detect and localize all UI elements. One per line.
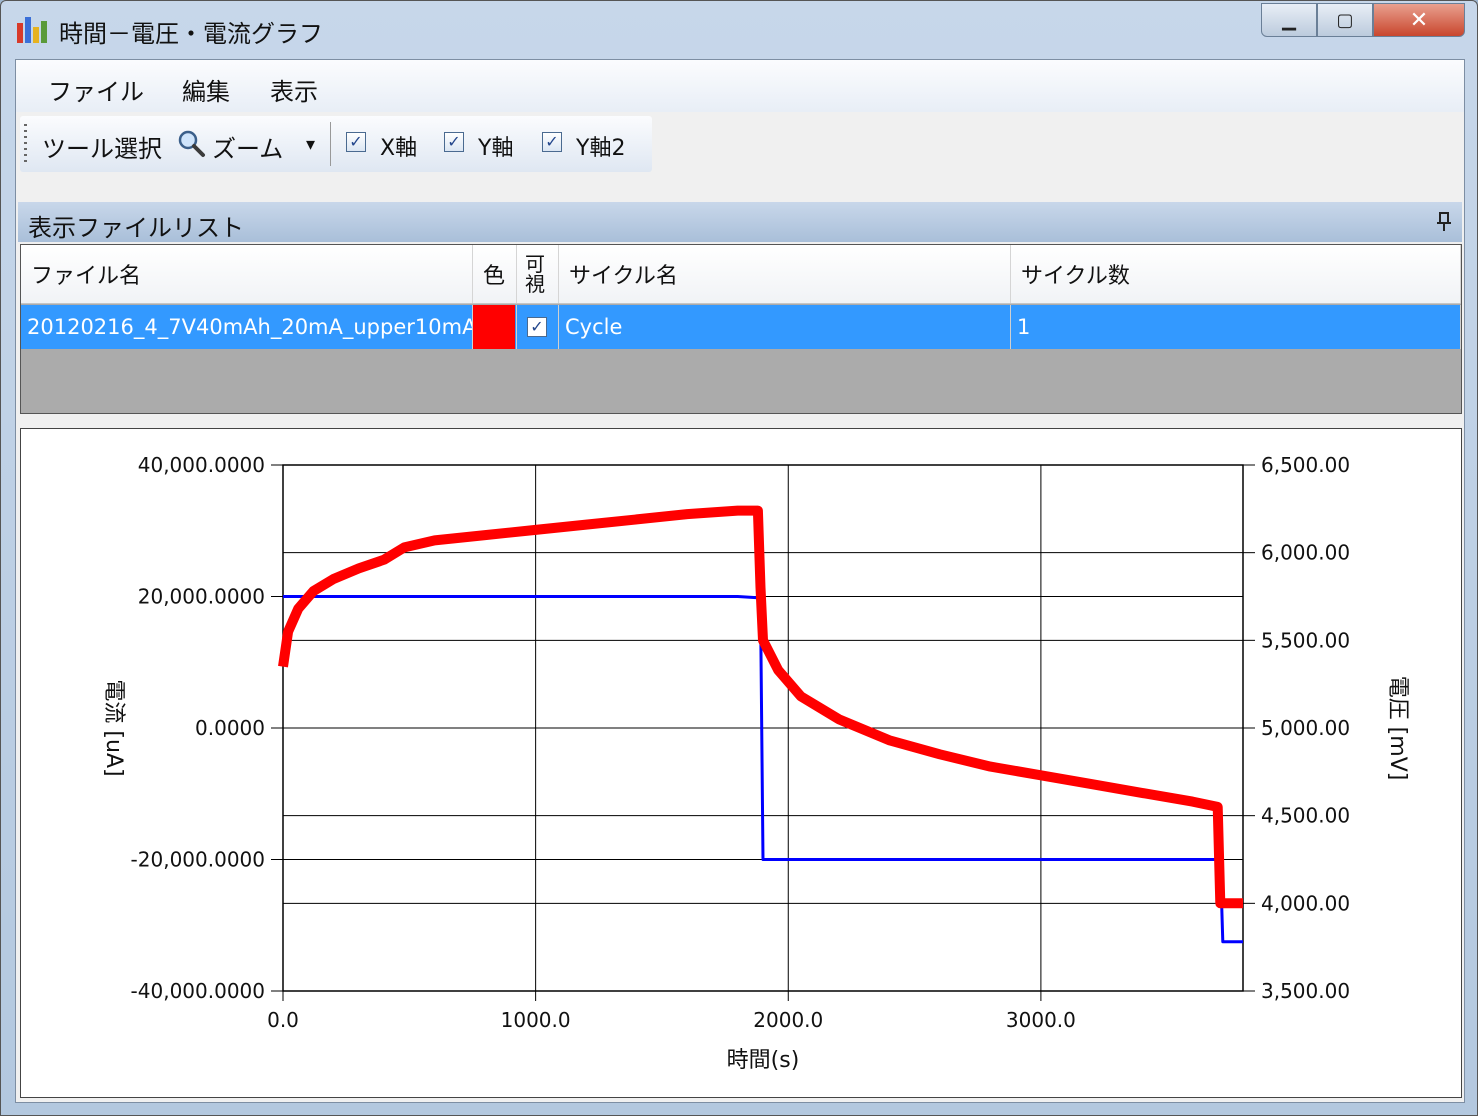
col-header-color[interactable]: 色 bbox=[473, 245, 517, 303]
y2-tick-label: 3,500.00 bbox=[1261, 979, 1350, 1003]
file-list-panel-header: 表示ファイルリスト bbox=[18, 202, 1462, 242]
panel-title: 表示ファイルリスト bbox=[28, 214, 244, 242]
menu-file[interactable]: ファイル bbox=[48, 72, 144, 107]
y-tick-label: 0.0000 bbox=[195, 716, 265, 740]
title-bar[interactable]: 時間－電圧・電流グラフ ▁ ▢ ✕ bbox=[1, 1, 1477, 57]
window-title: 時間－電圧・電流グラフ bbox=[59, 20, 323, 48]
cell-cycle-count: 1 bbox=[1011, 305, 1461, 349]
y2-tick-label: 5,500.00 bbox=[1261, 628, 1350, 652]
menu-edit[interactable]: 編集 bbox=[182, 72, 230, 107]
app-window: 時間－電圧・電流グラフ ▁ ▢ ✕ ファイル 編集 表示 ツール選択 ズーム ▾… bbox=[0, 0, 1478, 1116]
cell-cycle-name: Cycle bbox=[559, 305, 1011, 349]
client-area: ファイル 編集 表示 ツール選択 ズーム ▾ ✓ X軸 ✓ Y軸 ✓ Y軸2 表… bbox=[15, 59, 1465, 1103]
x-axis-label: X軸 bbox=[380, 136, 418, 161]
x-tick-label: 2000.0 bbox=[753, 1008, 823, 1032]
x-tick-label: 1000.0 bbox=[501, 1008, 571, 1032]
menu-bar: ファイル 編集 表示 bbox=[16, 60, 1464, 112]
toolbar-separator bbox=[330, 122, 331, 166]
magnifier-icon[interactable] bbox=[176, 128, 206, 158]
y2-tick-label: 6,000.00 bbox=[1261, 541, 1350, 565]
minimize-button[interactable]: ▁ bbox=[1261, 3, 1317, 37]
chart-area[interactable]: 40,000.0000 20,000.0000 0.0000 -20,000.0000… bbox=[20, 428, 1462, 1098]
toolbar-grip[interactable] bbox=[24, 124, 27, 164]
y-axis-checkbox[interactable]: ✓ bbox=[444, 132, 464, 152]
y2-tick-label: 6,500.00 bbox=[1261, 453, 1350, 477]
x-tick-label: 0.0 bbox=[267, 1008, 299, 1032]
x-axis-checkbox[interactable]: ✓ bbox=[346, 132, 366, 152]
maximize-button[interactable]: ▢ bbox=[1317, 3, 1373, 37]
y2-axis-label: Y軸2 bbox=[576, 136, 626, 161]
y2-tick-label: 4,500.00 bbox=[1261, 804, 1350, 828]
y-tick-label: 40,000.0000 bbox=[138, 453, 265, 477]
visible-checkbox[interactable]: ✓ bbox=[527, 317, 547, 337]
y2-axis-label: 電圧 [mV] bbox=[1385, 676, 1410, 781]
col-header-cycle-count[interactable]: サイクル数 bbox=[1011, 245, 1461, 303]
y-axis-label: 電流 [uA] bbox=[101, 679, 126, 776]
zoom-button[interactable]: ズーム bbox=[212, 129, 283, 164]
zoom-dropdown-arrow[interactable]: ▾ bbox=[306, 134, 315, 155]
table-row[interactable]: 20120216_4_7V40mAh_20mA_upper10mAh... ✓ … bbox=[21, 305, 1461, 349]
menu-view[interactable]: 表示 bbox=[270, 72, 318, 107]
pin-icon[interactable] bbox=[1436, 212, 1452, 237]
tool-select-label: ツール選択 bbox=[42, 135, 162, 163]
y-tick-label: -20,000.0000 bbox=[131, 848, 265, 872]
x-axis-label: 時間(s) bbox=[727, 1048, 800, 1073]
chart-app-icon bbox=[17, 17, 47, 43]
cell-color[interactable] bbox=[473, 305, 517, 349]
x-tick-label: 3000.0 bbox=[1006, 1008, 1076, 1032]
col-header-visible[interactable]: 可視 bbox=[517, 245, 559, 303]
grid-header: ファイル名 色 可視 サイクル名 サイクル数 bbox=[21, 245, 1461, 304]
col-header-file[interactable]: ファイル名 bbox=[21, 245, 473, 303]
file-list-grid: ファイル名 色 可視 サイクル名 サイクル数 20120216_4_7V40mA… bbox=[20, 244, 1462, 414]
toolbar: ツール選択 ズーム ▾ ✓ X軸 ✓ Y軸 ✓ Y軸2 bbox=[20, 116, 652, 172]
y2-tick-label: 4,000.00 bbox=[1261, 891, 1350, 915]
close-button[interactable]: ✕ bbox=[1373, 3, 1465, 37]
y-axis-label: Y軸 bbox=[478, 136, 514, 161]
cell-visible: ✓ bbox=[517, 305, 559, 349]
color-swatch[interactable] bbox=[473, 305, 515, 349]
y2-tick-label: 5,000.00 bbox=[1261, 716, 1350, 740]
cell-file: 20120216_4_7V40mAh_20mA_upper10mAh... bbox=[21, 305, 473, 349]
col-header-cycle-name[interactable]: サイクル名 bbox=[559, 245, 1011, 303]
time-voltage-current-chart[interactable]: 40,000.0000 20,000.0000 0.0000 -20,000.0000… bbox=[21, 429, 1461, 1097]
y-tick-label: 20,000.0000 bbox=[138, 585, 265, 609]
y-tick-label: -40,000.0000 bbox=[131, 979, 265, 1003]
y2-axis-checkbox[interactable]: ✓ bbox=[542, 132, 562, 152]
